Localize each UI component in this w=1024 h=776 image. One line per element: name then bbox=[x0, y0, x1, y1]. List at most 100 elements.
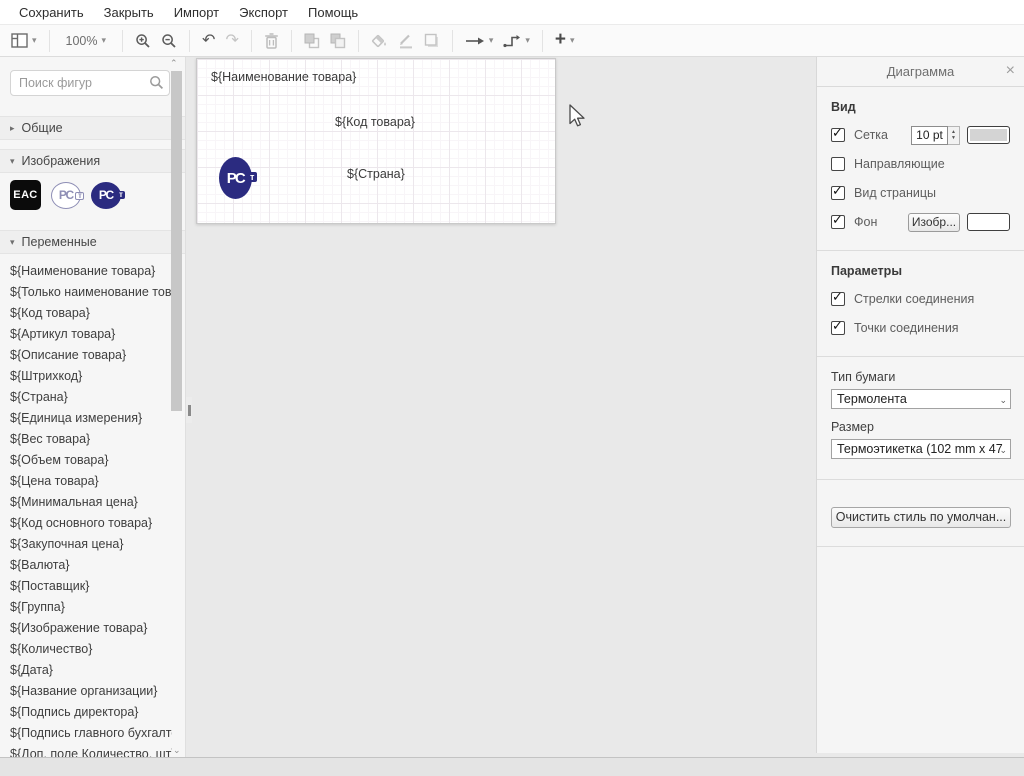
variable-item[interactable]: ${Цена товара} bbox=[0, 471, 172, 492]
connection-arrows-checkbox[interactable]: ✓ bbox=[831, 292, 845, 306]
sidebar-scrollbar-thumb[interactable] bbox=[171, 71, 182, 411]
sidebar-section-variables[interactable]: ▾ Переменные bbox=[0, 230, 185, 254]
variable-item[interactable]: ${Только наименование товара} bbox=[0, 282, 172, 303]
zoom-in-button[interactable] bbox=[130, 28, 156, 54]
variable-item[interactable]: ${Название организации} bbox=[0, 681, 172, 702]
connector-style-button[interactable]: ▾ bbox=[498, 28, 535, 54]
plus-icon: + bbox=[555, 30, 566, 49]
background-color-swatch[interactable] bbox=[967, 213, 1010, 231]
menu-item-help[interactable]: Помощь bbox=[298, 5, 368, 20]
variable-item[interactable]: ${Код основного товара} bbox=[0, 513, 172, 534]
zoom-level-button[interactable]: 100% ▾ bbox=[57, 28, 116, 54]
rst-filled-mark-shape[interactable]: РС т bbox=[91, 182, 121, 209]
variable-item[interactable]: ${Доп. поле Количество, шт} bbox=[0, 744, 172, 757]
label-field-name[interactable]: ${Наименование товара} bbox=[211, 70, 356, 84]
check-icon: ✓ bbox=[832, 125, 843, 141]
menu-item-close[interactable]: Закрыть bbox=[94, 5, 164, 20]
variable-item[interactable]: ${Единица измерения} bbox=[0, 408, 172, 429]
variable-item[interactable]: ${Наименование товара} bbox=[0, 261, 172, 282]
undo-icon: ↶ bbox=[202, 33, 215, 49]
guides-checkbox[interactable] bbox=[831, 157, 845, 171]
variable-item[interactable]: ${Поставщик} bbox=[0, 576, 172, 597]
variable-item[interactable]: ${Минимальная цена} bbox=[0, 492, 172, 513]
panel-title: Диаграмма bbox=[887, 64, 955, 79]
variable-item[interactable]: ${Штрихкод} bbox=[0, 366, 172, 387]
shapes-sidebar: ▸ Общие ▾ Изображения ЕАС РС т РС т ▾ Пе… bbox=[0, 57, 186, 757]
grid-checkbox[interactable]: ✓ bbox=[831, 128, 845, 142]
variable-item[interactable]: ${Группа} bbox=[0, 597, 172, 618]
variable-item[interactable]: ${Валюта} bbox=[0, 555, 172, 576]
delete-button[interactable] bbox=[259, 28, 284, 54]
variable-item[interactable]: ${Изображение товара} bbox=[0, 618, 172, 639]
menu-item-save[interactable]: Сохранить bbox=[9, 5, 94, 20]
guides-row: Направляющие bbox=[831, 155, 1010, 173]
undo-button[interactable]: ↶ bbox=[197, 28, 220, 54]
shadow-button[interactable] bbox=[419, 28, 445, 54]
connection-points-checkbox[interactable]: ✓ bbox=[831, 321, 845, 335]
variable-item[interactable]: ${Страна} bbox=[0, 387, 172, 408]
variable-item[interactable]: ${Код товара} bbox=[0, 303, 172, 324]
connection-arrow-button[interactable]: ▾ bbox=[460, 28, 499, 54]
fill-color-button[interactable] bbox=[366, 28, 393, 54]
sidebar-splitter-handle[interactable] bbox=[186, 397, 192, 423]
line-color-button[interactable] bbox=[393, 28, 419, 54]
view-section: Вид ✓ Сетка 10 pt ▲ ▼ Направляющие ✓ bbox=[817, 87, 1024, 246]
grid-size-input[interactable]: 10 pt bbox=[911, 126, 948, 145]
variable-item[interactable]: ${Количество} bbox=[0, 639, 172, 660]
toolbar-separator bbox=[251, 30, 252, 52]
page-view-button[interactable]: ▾ bbox=[6, 28, 42, 54]
menu-item-import[interactable]: Импорт bbox=[164, 5, 229, 20]
page-view-row: ✓ Вид страницы bbox=[831, 184, 1010, 202]
variable-item[interactable]: ${Дата} bbox=[0, 660, 172, 681]
label-field-country[interactable]: ${Страна} bbox=[347, 167, 405, 181]
to-front-button[interactable] bbox=[299, 28, 325, 54]
to-back-button[interactable] bbox=[325, 28, 351, 54]
caret-down-icon: ▾ bbox=[570, 36, 575, 45]
search-input[interactable] bbox=[10, 70, 170, 96]
variable-item[interactable]: ${Описание товара} bbox=[0, 345, 172, 366]
variable-item[interactable]: ${Подпись директора} bbox=[0, 702, 172, 723]
diagram-canvas[interactable]: ${Наименование товара} ${Код товара} ${С… bbox=[187, 57, 816, 757]
page-view-checkbox[interactable]: ✓ bbox=[831, 186, 845, 200]
redo-button[interactable]: ↷ bbox=[220, 28, 243, 54]
connection-arrows-label: Стрелки соединения bbox=[854, 292, 974, 306]
caret-down-icon: ▾ bbox=[102, 36, 107, 45]
view-heading: Вид bbox=[831, 100, 1010, 114]
scroll-up-icon[interactable]: ⌃ bbox=[170, 58, 178, 69]
insert-button[interactable]: + ▾ bbox=[550, 28, 580, 54]
variable-item[interactable]: ${Подпись главного бухгалтера} bbox=[0, 723, 172, 744]
grid-color-swatch[interactable] bbox=[967, 126, 1010, 144]
sidebar-section-images[interactable]: ▾ Изображения bbox=[0, 149, 185, 173]
background-label: Фон bbox=[854, 215, 877, 229]
clear-style-section: Очистить стиль по умолчан... bbox=[817, 480, 1024, 542]
label-page[interactable]: ${Наименование товара} ${Код товара} ${С… bbox=[196, 58, 556, 224]
variable-item[interactable]: ${Артикул товара} bbox=[0, 324, 172, 345]
caret-down-icon: ▾ bbox=[489, 36, 494, 45]
label-field-code[interactable]: ${Код товара} bbox=[335, 115, 415, 129]
background-checkbox[interactable]: ✓ bbox=[831, 215, 845, 229]
rst-logo-shape[interactable]: РС т bbox=[219, 157, 256, 199]
background-image-button[interactable]: Изобр... bbox=[908, 213, 960, 232]
variable-item[interactable]: ${Закупочная цена} bbox=[0, 534, 172, 555]
options-section: Параметры ✓ Стрелки соединения ✓ Точки с… bbox=[817, 251, 1024, 352]
variable-item[interactable]: ${Вес товара} bbox=[0, 429, 172, 450]
size-select[interactable]: Термоэтикетка (102 mm x 47 ⌄ bbox=[831, 439, 1011, 459]
paper-type-select[interactable]: Термолента ⌄ bbox=[831, 389, 1011, 409]
toolbar-separator bbox=[49, 30, 50, 52]
grid-row: ✓ Сетка 10 pt ▲ ▼ bbox=[831, 126, 1010, 144]
rst-t-letter: т bbox=[75, 192, 84, 200]
caret-down-icon: ▾ bbox=[525, 36, 530, 45]
close-icon[interactable]: × bbox=[1006, 57, 1015, 85]
zoom-out-button[interactable] bbox=[156, 28, 182, 54]
horizontal-scrollbar-area[interactable] bbox=[0, 757, 1024, 776]
menu-item-export[interactable]: Экспорт bbox=[229, 5, 298, 20]
eac-mark-shape[interactable]: ЕАС bbox=[10, 180, 41, 210]
sidebar-section-general[interactable]: ▸ Общие bbox=[0, 116, 185, 140]
variable-item[interactable]: ${Объем товара} bbox=[0, 450, 172, 471]
options-heading: Параметры bbox=[831, 264, 1010, 278]
rst-t-letter: т bbox=[116, 191, 125, 199]
rst-outline-mark-shape[interactable]: РС т bbox=[51, 182, 81, 209]
clear-default-style-button[interactable]: Очистить стиль по умолчан... bbox=[831, 507, 1011, 528]
scroll-down-icon[interactable]: ⌄ bbox=[173, 745, 181, 756]
grid-size-stepper[interactable]: ▲ ▼ bbox=[948, 126, 960, 145]
